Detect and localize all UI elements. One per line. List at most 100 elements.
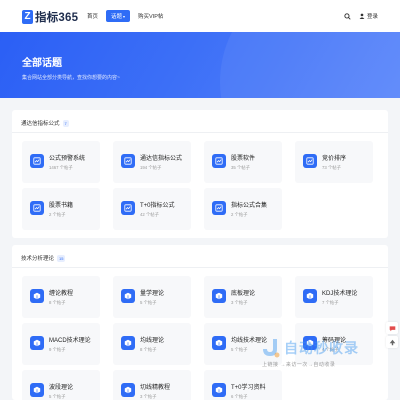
arrow-up-icon <box>389 339 395 345</box>
topic-post-count: 42 个帖子 <box>140 212 159 217</box>
cube-icon <box>303 289 317 303</box>
chart-icon <box>212 201 226 215</box>
topic-name: MACD技术理论 <box>49 338 91 344</box>
nav-home[interactable]: 首页 <box>82 10 103 22</box>
section-title: 技术分析理论 <box>21 256 55 262</box>
chevron-down-icon: ▾ <box>123 14 126 19</box>
section-count-badge: 15 <box>57 254 66 262</box>
topic-card[interactable]: 指标公式合集 2 个帖子 <box>204 188 282 230</box>
topic-post-count: 1467 个帖子 <box>49 165 73 170</box>
topic-card[interactable]: 均线技术理论 5 个帖子 <box>204 323 282 365</box>
topic-name: 股票书籍 <box>49 203 74 209</box>
cube-icon <box>30 383 44 397</box>
site-logo[interactable]: Z 指标365 <box>22 9 78 25</box>
topic-card[interactable]: 切线精教程 3 个帖子 <box>113 370 191 400</box>
topic-post-count: 35 个帖子 <box>231 165 250 170</box>
search-icon <box>343 12 351 20</box>
topic-post-count: 8 个帖子 <box>140 347 157 352</box>
topic-post-count: 3 个帖子 <box>140 394 157 399</box>
cube-icon <box>303 336 317 350</box>
topic-post-count: 9 个帖子 <box>49 347 66 352</box>
topic-name: 波段理论 <box>49 385 74 391</box>
page-title: 全部话题 <box>22 58 62 69</box>
topic-name: 均线理论 <box>140 338 165 344</box>
topic-name: 底板理论 <box>231 291 256 297</box>
topic-post-count: 2 个帖子 <box>231 212 248 217</box>
topic-card[interactable]: 公式预警系统 1467 个帖子 <box>22 141 100 183</box>
topic-post-count: 3 个帖子 <box>231 300 248 305</box>
section-count-badge: 7 <box>62 119 69 127</box>
topic-name: T+0指标公式 <box>140 203 175 209</box>
topic-post-count: 7 个帖子 <box>322 300 339 305</box>
main-nav: 首页 话题▾ 购买VIP帖 <box>82 10 171 22</box>
hero-banner: 全部话题 集合网站全部分类导航，查找你想要的内容~ <box>0 32 400 98</box>
topic-card[interactable]: 波段理论 5 个帖子 <box>22 370 100 400</box>
topic-card[interactable]: MACD技术理论 9 个帖子 <box>22 323 100 365</box>
topic-post-count: 4 个帖子 <box>322 347 339 352</box>
topic-card[interactable]: 均线理论 8 个帖子 <box>113 323 191 365</box>
back-to-top-button[interactable] <box>386 336 398 348</box>
topic-card[interactable]: 竞价排序 73 个帖子 <box>295 141 373 183</box>
feedback-button[interactable] <box>386 322 398 334</box>
topic-name: 股票软件 <box>231 156 256 162</box>
topic-card[interactable]: 股票书籍 2 个帖子 <box>22 188 100 230</box>
login-label: 登录 <box>367 14 379 20</box>
chart-icon <box>30 201 44 215</box>
topic-card[interactable]: 缠论教程 8 个帖子 <box>22 276 100 318</box>
chart-icon <box>121 154 135 168</box>
topic-card[interactable]: KDJ技术理论 7 个帖子 <box>295 276 373 318</box>
topic-card[interactable]: T+0学习资料 6 个帖子 <box>204 370 282 400</box>
topic-name: 切线精教程 <box>140 385 171 391</box>
user-icon <box>359 13 365 19</box>
topic-post-count: 6 个帖子 <box>231 394 248 399</box>
logo-mark: Z <box>22 10 33 24</box>
chart-icon <box>212 154 226 168</box>
section-header: 通达信指标公式 7 <box>21 119 69 127</box>
topic-name: 均线技术理论 <box>231 338 268 344</box>
topic-name: 通达信指标公式 <box>140 156 183 162</box>
login-button[interactable]: 登录 <box>359 10 378 22</box>
topic-name: 指标公式合集 <box>231 203 268 209</box>
cube-icon <box>30 336 44 350</box>
topic-name: 量学理论 <box>140 291 165 297</box>
divider <box>12 267 388 268</box>
search-button[interactable] <box>341 10 353 22</box>
top-navbar: Z 指标365 首页 话题▾ 购买VIP帖 登录 <box>0 0 400 32</box>
topic-name: 筹码理论 <box>322 338 347 344</box>
cube-icon <box>30 289 44 303</box>
topic-name: T+0学习资料 <box>231 385 266 391</box>
topic-card[interactable]: 底板理论 3 个帖子 <box>204 276 282 318</box>
topic-section: 技术分析理论 15 缠论教程 8 个帖子 量学理论 5 个帖子 底板理论 3 个帖子 KDJ… <box>12 245 388 400</box>
page-description: 集合网站全部分类导航，查找你想要的内容~ <box>22 75 120 81</box>
topic-name: 竞价排序 <box>322 156 347 162</box>
divider <box>12 132 388 133</box>
chat-icon <box>389 325 395 331</box>
topic-card[interactable]: 筹码理论 4 个帖子 <box>295 323 373 365</box>
cube-icon <box>121 289 135 303</box>
side-toolbar <box>386 322 398 350</box>
topic-post-count: 5 个帖子 <box>231 347 248 352</box>
cube-icon <box>212 336 226 350</box>
cube-icon <box>212 383 226 397</box>
section-title: 通达信指标公式 <box>21 121 60 127</box>
nav-topics[interactable]: 话题▾ <box>106 10 131 22</box>
topic-name: 缠论教程 <box>49 291 74 297</box>
topic-section: 通达信指标公式 7 公式预警系统 1467 个帖子 通达信指标公式 194 个帖子 股票… <box>12 110 388 238</box>
nav-topics-label: 话题 <box>111 14 123 20</box>
topic-card[interactable]: 量学理论 5 个帖子 <box>113 276 191 318</box>
topic-name: KDJ技术理论 <box>322 291 358 297</box>
cube-icon <box>121 336 135 350</box>
cube-icon <box>121 383 135 397</box>
nav-buy-vip[interactable]: 购买VIP帖 <box>133 10 168 22</box>
topic-post-count: 194 个帖子 <box>140 165 162 170</box>
topic-post-count: 73 个帖子 <box>322 165 341 170</box>
chart-icon <box>303 154 317 168</box>
topic-card[interactable]: 股票软件 35 个帖子 <box>204 141 282 183</box>
topic-card[interactable]: 通达信指标公式 194 个帖子 <box>113 141 191 183</box>
topic-card[interactable]: T+0指标公式 42 个帖子 <box>113 188 191 230</box>
topic-name: 公式预警系统 <box>49 156 86 162</box>
cube-icon <box>212 289 226 303</box>
topic-post-count: 8 个帖子 <box>49 300 66 305</box>
topic-post-count: 5 个帖子 <box>49 394 66 399</box>
chart-icon <box>30 154 44 168</box>
